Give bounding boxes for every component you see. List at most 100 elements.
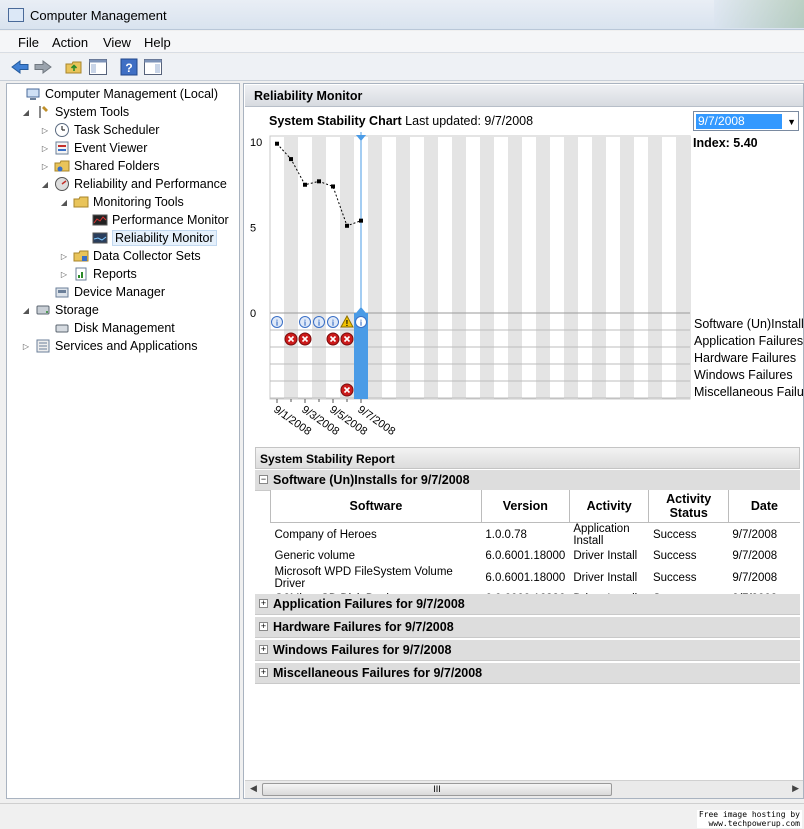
- table-cell: Microsoft WPD FileSystem Volume Driver: [274, 565, 453, 590]
- tools-icon: [35, 104, 51, 120]
- table-row[interactable]: Company of Heroes 1.0.0.78 Application Ins…: [271, 522, 801, 547]
- tree-item-task-scheduler[interactable]: ▷ Task Scheduler: [40, 121, 159, 139]
- console-tree: Computer Management (Local) ◢ System Tools…: [6, 83, 240, 799]
- device-manager-icon: [54, 284, 70, 300]
- collapse-arrow-icon[interactable]: ◢: [59, 198, 69, 207]
- table-row[interactable]: Generic volume 6.0.6001.18000 Driver Insta…: [271, 547, 801, 566]
- tree-item-device-manager[interactable]: Device Manager: [40, 283, 165, 301]
- menu-action[interactable]: Action: [52, 35, 88, 50]
- menu-help[interactable]: Help: [144, 35, 171, 50]
- menu-file[interactable]: File: [18, 35, 39, 50]
- collapse-icon[interactable]: −: [259, 475, 268, 484]
- tree-item-computer-management-local[interactable]: Computer Management (Local): [11, 85, 218, 103]
- tree-item-monitoring-tools[interactable]: ◢ Monitoring Tools: [59, 193, 184, 211]
- scroll-right-icon[interactable]: ▶: [792, 783, 799, 794]
- expand-arrow-icon[interactable]: ▷: [59, 252, 69, 261]
- table-cell: Success: [652, 571, 697, 584]
- table-row[interactable]: Microsoft WPD FileSystem Volume Driver 6.…: [271, 566, 801, 590]
- tree-item-label: Reports: [93, 267, 137, 281]
- date-dropdown[interactable]: 9/7/2008 ▼: [693, 111, 799, 131]
- tree-item-reliability-monitor[interactable]: Reliability Monitor: [78, 229, 217, 247]
- table-cell: 9/7/2008: [732, 528, 778, 541]
- tree-item-label: Services and Applications: [55, 339, 198, 353]
- chart-column-stripe: [480, 136, 494, 399]
- stability-chart[interactable]: 1050i i i i! i9/1/20089/3/20089/5/20089/7/20…: [244, 124, 704, 439]
- chart-column-stripe: [676, 136, 690, 399]
- tree-item-reliability-and-performance[interactable]: ◢ Reliability and Performance: [40, 175, 227, 193]
- back-icon[interactable]: [10, 58, 30, 76]
- tree-item-event-viewer[interactable]: ▷ Event Viewer: [40, 139, 148, 157]
- section-windows-failures[interactable]: + Windows Failures for 9/7/2008: [255, 640, 800, 661]
- up-folder-icon[interactable]: [64, 58, 84, 76]
- column-header-version[interactable]: Version: [480, 490, 570, 523]
- tree-item-performance-monitor[interactable]: Performance Monitor: [78, 211, 229, 229]
- expand-arrow-icon[interactable]: ▷: [40, 126, 50, 135]
- tree-item-label: Data Collector Sets: [93, 249, 201, 263]
- perf-monitor-icon: [92, 212, 108, 228]
- tree-item-label: Reliability and Performance: [74, 177, 227, 191]
- section-misc-failures[interactable]: + Miscellaneous Failures for 9/7/2008: [255, 663, 800, 684]
- scrollbar-thumb[interactable]: III: [262, 783, 612, 796]
- report-title: System Stability Report: [255, 447, 800, 469]
- column-header-software[interactable]: Software: [270, 490, 482, 523]
- expand-arrow-icon[interactable]: ▷: [40, 144, 50, 153]
- section-software-installs[interactable]: − Software (Un)Installs for 9/7/2008: [255, 470, 800, 491]
- column-header-date[interactable]: Date: [727, 490, 800, 523]
- collapse-arrow-icon[interactable]: ◢: [40, 180, 50, 189]
- collapse-arrow-icon[interactable]: ◢: [21, 306, 31, 315]
- expand-arrow-icon[interactable]: ▷: [59, 270, 69, 279]
- expand-icon[interactable]: +: [259, 599, 268, 608]
- table-cell: Generic volume: [274, 550, 356, 562]
- watermark-line-2: www.techpowerup.com: [708, 819, 800, 828]
- data-point: [331, 184, 335, 189]
- tree-item-label: Task Scheduler: [74, 123, 160, 137]
- section-windows-failures-label: Windows Failures for 9/7/2008: [273, 643, 452, 657]
- forward-icon[interactable]: [33, 58, 53, 76]
- chart-column-stripe: [284, 136, 298, 399]
- chart-column-stripe: [648, 136, 662, 399]
- column-header-activity-status[interactable]: Activity Status: [648, 490, 729, 523]
- tree-item-label: Device Manager: [74, 285, 166, 299]
- scroll-left-icon[interactable]: ◀: [250, 783, 257, 794]
- section-application-failures[interactable]: + Application Failures for 9/7/2008: [255, 594, 800, 615]
- tree-item-system-tools[interactable]: ◢ System Tools: [21, 103, 129, 121]
- help-icon[interactable]: ?: [119, 58, 139, 76]
- tree-item-label: Reliability Monitor: [112, 230, 217, 246]
- tree-item-label: Disk Management: [74, 321, 175, 335]
- expand-icon[interactable]: +: [259, 645, 268, 654]
- services-icon: [35, 338, 51, 354]
- chart-column-stripe: [340, 136, 354, 399]
- chart-column-stripe: [312, 136, 326, 399]
- data-point: [289, 157, 293, 162]
- show-hide-action-pane-icon[interactable]: [143, 58, 163, 76]
- expand-icon[interactable]: +: [259, 622, 268, 631]
- expand-arrow-icon[interactable]: ▷: [21, 342, 31, 351]
- section-application-failures-label: Application Failures for 9/7/2008: [273, 597, 465, 611]
- title-bar: Computer Management: [0, 0, 804, 30]
- pane-title: Reliability Monitor: [245, 85, 803, 107]
- chevron-down-icon[interactable]: ▼: [787, 117, 796, 127]
- tree-item-label: System Tools: [55, 105, 130, 119]
- window-title: Computer Management: [30, 8, 167, 23]
- table-cell: Driver Install: [573, 550, 638, 562]
- expand-arrow-icon[interactable]: ▷: [40, 162, 50, 171]
- tree-item-services-and-applications[interactable]: ▷ Services and Applications: [21, 337, 198, 355]
- row-label-windows-failures: Windows Failures: [694, 368, 793, 382]
- section-hardware-failures[interactable]: + Hardware Failures for 9/7/2008: [255, 617, 800, 638]
- expand-icon[interactable]: +: [259, 668, 268, 677]
- table-cell: Success: [652, 550, 697, 562]
- tree-item-data-collector-sets[interactable]: ▷ Data Collector Sets: [59, 247, 201, 265]
- svg-text:?: ?: [125, 61, 132, 75]
- column-header-activity[interactable]: Activity: [568, 490, 649, 523]
- tree-item-storage[interactable]: ◢ Storage: [21, 301, 99, 319]
- data-point: [303, 182, 307, 187]
- tree-item-disk-management[interactable]: Disk Management: [40, 319, 175, 337]
- reliability-monitor-pane: Reliability Monitor System Stability Cha…: [243, 83, 804, 799]
- menu-view[interactable]: View: [103, 35, 131, 50]
- horizontal-scrollbar[interactable]: ◀ III ▶: [245, 780, 803, 798]
- collapse-arrow-icon[interactable]: ◢: [21, 108, 31, 117]
- reliability-monitor-icon: [92, 230, 108, 246]
- tree-item-shared-folders[interactable]: ▷ Shared Folders: [40, 157, 160, 175]
- show-hide-tree-icon[interactable]: [88, 58, 108, 76]
- tree-item-reports[interactable]: ▷ Reports: [59, 265, 137, 283]
